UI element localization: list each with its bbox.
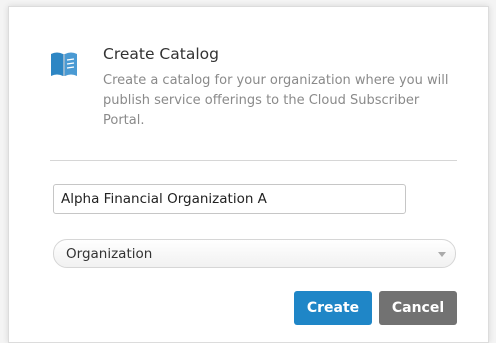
dialog-title: Create Catalog [103, 45, 219, 63]
header-divider [50, 160, 457, 161]
catalog-book-icon [50, 51, 78, 77]
cancel-button[interactable]: Cancel [379, 291, 457, 325]
create-catalog-dialog: Create Catalog Create a catalog for your… [8, 6, 489, 343]
chevron-down-icon [438, 252, 446, 257]
catalog-type-select[interactable]: Organization [53, 239, 456, 268]
catalog-type-selected-value: Organization [66, 246, 153, 262]
dialog-description: Create a catalog for your organization w… [103, 73, 449, 128]
create-button[interactable]: Create [294, 291, 372, 325]
catalog-name-input[interactable] [53, 184, 406, 214]
